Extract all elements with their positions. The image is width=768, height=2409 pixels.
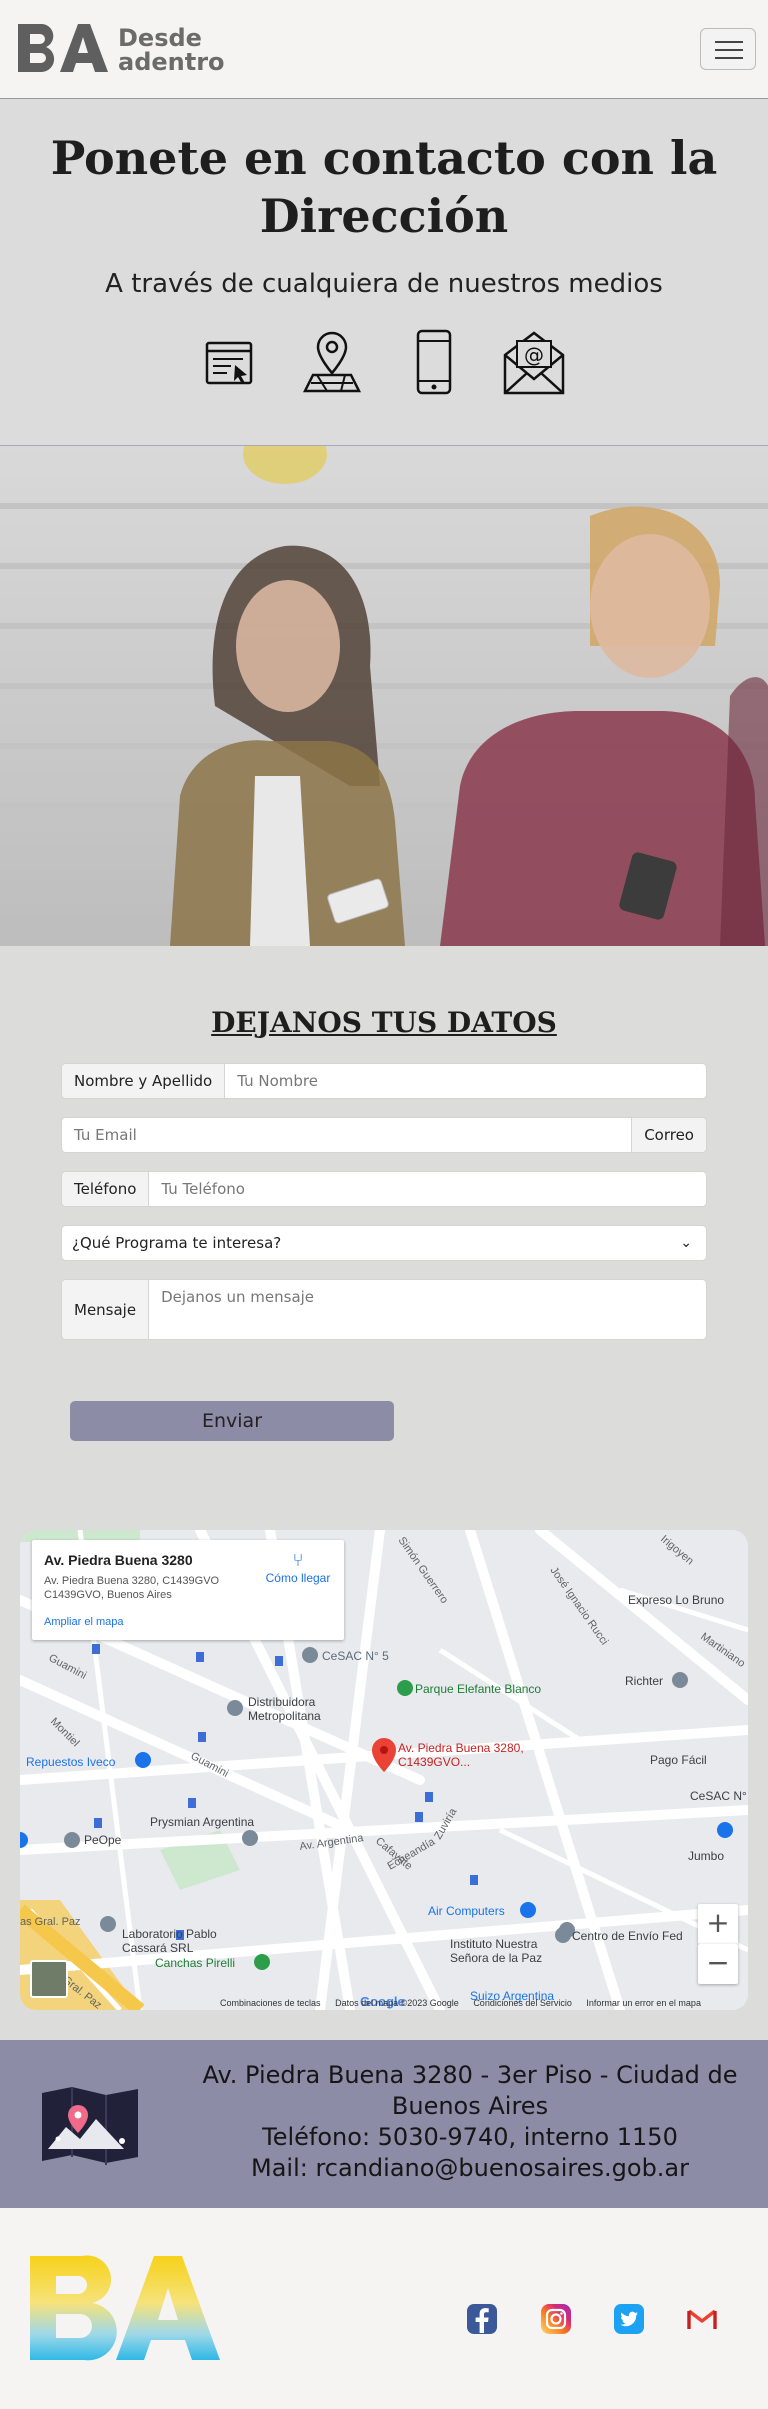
map-section: CeSAC N° 5 Parque Elefante Blanco Distri… (0, 1476, 768, 2040)
directions-icon: ⑂ (292, 1550, 304, 1570)
contact-details: Av. Piedra Buena 3280 - 3er Piso - Ciuda… (185, 2060, 755, 2184)
terms-link[interactable]: Condiciones del Servicio (473, 1998, 572, 2008)
chevron-down-icon: ⌄ (680, 1235, 692, 1251)
message-field-group: Mensaje (61, 1279, 707, 1340)
satellite-toggle[interactable] (30, 1960, 68, 1998)
hero-section: Ponete en contacto con la Dirección A tr… (0, 99, 768, 446)
phone-input[interactable] (149, 1172, 706, 1206)
svg-text:Metropolitana: Metropolitana (248, 1709, 321, 1723)
name-label: Nombre y Apellido (62, 1064, 226, 1098)
svg-text:Expreso Lo Bruno: Expreso Lo Bruno (628, 1593, 724, 1607)
report-error-link[interactable]: Informar un error en el mapa (586, 1998, 701, 2008)
contact-address: Av. Piedra Buena 3280 - 3er Piso - Ciuda… (202, 2061, 738, 2120)
keyboard-shortcuts-link[interactable]: Combinaciones de teclas (220, 1998, 321, 2008)
map-card-title: Av. Piedra Buena 3280 (44, 1552, 193, 1568)
contact-info: Av. Piedra Buena 3280 - 3er Piso - Ciuda… (0, 2040, 768, 2208)
svg-text:PeOpe: PeOpe (84, 1833, 122, 1847)
submit-button[interactable]: Enviar (70, 1401, 394, 1441)
svg-text:Richter: Richter (625, 1674, 663, 1688)
web-form-icon[interactable] (205, 329, 255, 395)
map-info-card: Av. Piedra Buena 3280 Av. Piedra Buena 3… (32, 1540, 344, 1640)
map-footer: Combinaciones de teclas Datos del mapa ©… (220, 1998, 713, 2008)
instagram-icon[interactable] (540, 2303, 572, 2335)
menu-toggle-button[interactable] (700, 28, 756, 70)
twitter-icon[interactable] (613, 2303, 645, 2335)
svg-text:CeSAC N° 28: CeSAC N° 28 (690, 1789, 748, 1803)
name-input[interactable] (225, 1064, 706, 1098)
phone-label: Teléfono (62, 1172, 150, 1206)
email-field-group: Correo (61, 1117, 707, 1153)
email-label: Correo (631, 1118, 706, 1152)
svg-text:Señora de la Paz: Señora de la Paz (450, 1951, 542, 1965)
google-map[interactable]: CeSAC N° 5 Parque Elefante Blanco Distri… (20, 1530, 748, 2010)
name-field-group: Nombre y Apellido (61, 1063, 707, 1099)
svg-text:Laboratorio Pablo: Laboratorio Pablo (122, 1927, 217, 1941)
gmail-icon[interactable] (686, 2303, 718, 2335)
contact-methods: @ (205, 329, 575, 399)
hamburger-icon (715, 41, 743, 43)
enlarge-map-link[interactable]: Ampliar el mapa (44, 1616, 123, 1628)
svg-text:Distribuidora: Distribuidora (248, 1695, 316, 1709)
phone-field-group: Teléfono (61, 1171, 707, 1207)
svg-text:Repuestos Iveco: Repuestos Iveco (26, 1755, 116, 1769)
message-input[interactable] (149, 1280, 706, 1339)
svg-text:Cassará SRL: Cassará SRL (122, 1941, 194, 1955)
footer (0, 2208, 768, 2409)
people-phones-image (0, 446, 768, 946)
svg-text:Prysmian Argentina: Prysmian Argentina (150, 1815, 254, 1829)
navbar: Desde adentro (0, 0, 768, 99)
map-pin-icon (42, 2087, 138, 2165)
contact-form-section: DEJANOS TUS DATOS Nombre y Apellido Corr… (0, 946, 768, 1476)
facebook-icon[interactable] (466, 2303, 498, 2335)
svg-text:Pago Fácil: Pago Fácil (650, 1753, 707, 1767)
map-location-icon[interactable] (301, 329, 363, 395)
svg-text:Parque Elefante Blanco: Parque Elefante Blanco (415, 1682, 541, 1696)
map-card-address: Av. Piedra Buena 3280, C1439GVO C1439GVO… (44, 1575, 220, 1601)
hero-photo (0, 446, 768, 946)
page-title: Ponete en contacto con la Dirección (50, 131, 718, 243)
email-input[interactable] (62, 1118, 632, 1152)
svg-text:Av. Piedra Buena 3280,: Av. Piedra Buena 3280, (398, 1741, 524, 1755)
zoom-out-button[interactable]: − (698, 1944, 738, 1984)
svg-text:as Gral. Paz: as Gral. Paz (20, 1916, 81, 1928)
contact-phone[interactable]: Teléfono: 5030-9740, interno 1150 (185, 2122, 755, 2153)
form-title: DEJANOS TUS DATOS (211, 1006, 557, 1039)
zoom-in-button[interactable]: + (698, 1904, 738, 1944)
svg-text:Instituto Nuestra: Instituto Nuestra (450, 1937, 538, 1951)
page-subtitle: A través de cualquiera de nuestros medio… (105, 269, 663, 299)
svg-text:@: @ (524, 343, 544, 367)
svg-text:CeSAC N° 5: CeSAC N° 5 (322, 1649, 389, 1663)
message-label: Mensaje (62, 1280, 150, 1339)
svg-text:Centro de Envío Fed: Centro de Envío Fed (572, 1929, 683, 1943)
svg-text:Jumbo: Jumbo (688, 1849, 724, 1863)
svg-text:C1439GVO...: C1439GVO... (398, 1755, 470, 1769)
brand-name[interactable]: Desde adentro (118, 26, 225, 74)
email-icon[interactable]: @ (503, 329, 565, 395)
ba-logo-icon[interactable] (16, 22, 112, 74)
svg-text:Air Computers: Air Computers (428, 1904, 505, 1918)
map-data-credit: Datos del mapa ©2023 Google (335, 1998, 459, 2008)
directions-link[interactable]: ⑂ Cómo llegar (262, 1550, 334, 1585)
svg-text:Canchas Pirelli: Canchas Pirelli (155, 1956, 235, 1970)
program-select[interactable]: ¿Qué Programa te interesa? (62, 1226, 706, 1260)
contact-email[interactable]: Mail: rcandiano@buenosaires.gob.ar (185, 2153, 755, 2184)
phone-icon[interactable] (415, 329, 453, 395)
ba-footer-logo-icon[interactable] (28, 2252, 232, 2364)
program-select-group: ¿Qué Programa te interesa? ⌄ (61, 1225, 707, 1261)
